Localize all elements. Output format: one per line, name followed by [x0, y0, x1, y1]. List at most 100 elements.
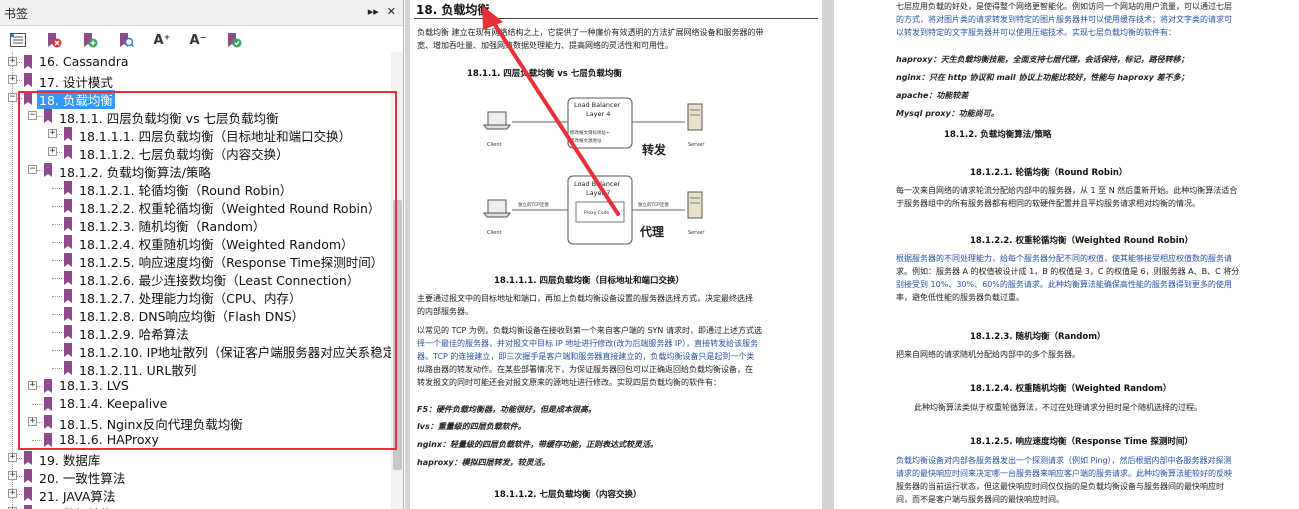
- section-heading-weighted-rr: 18.1.2.2. 权重轮循均衡（Weighted Round Robin）: [970, 236, 1194, 246]
- bookmark-icon: [64, 307, 72, 321]
- bookmark-item[interactable]: 18.1.2.2. 权重轮循均衡（Weighted Round Robin）: [0, 197, 392, 216]
- bookmark-item[interactable]: 18.1.2.10. IP地址散列（保证客户端服务器对应关系稳定）: [0, 341, 403, 360]
- paragraph-line: 主要通过报文中的目标地址和端口，再加上负载均衡设备设置的服务器选择方式，决定最终…: [417, 294, 753, 303]
- add-child-bookmark-icon[interactable]: [224, 31, 244, 49]
- bookmark-icon: [24, 469, 32, 483]
- bookmark-item[interactable]: +21. JAVA算法: [0, 485, 392, 504]
- collapse-toggle[interactable]: −: [28, 111, 37, 120]
- bookmark-item[interactable]: 18.1.2.7. 处理能力均衡（CPU、内存）: [0, 287, 392, 306]
- l7-diagram: Client 独立的TCP连接 Load Balancer Layer 7 Pr…: [483, 175, 705, 245]
- bookmark-item[interactable]: +18.1.1.1. 四层负载均衡（目标地址和端口交换）: [0, 125, 392, 144]
- bookmark-item[interactable]: 18.1.4. Keepalive: [0, 395, 392, 413]
- tree-guide-line: [32, 440, 42, 441]
- bookmark-item[interactable]: +18.1.1.2. 七层负载均衡（内容交换）: [0, 143, 392, 162]
- forward-label: 转发: [642, 142, 667, 157]
- bookmark-item[interactable]: −18.1.2. 负载均衡算法/策略: [0, 161, 392, 180]
- collapse-toggle[interactable]: −: [8, 93, 17, 102]
- bookmark-item[interactable]: −18.1.1. 四层负载均衡 vs 七层负载均衡: [0, 107, 392, 126]
- panel-header-buttons: ▸▸ ✕: [368, 6, 396, 18]
- paragraph-line: 率，避免低性能的服务器负载过重。: [896, 293, 1024, 302]
- intro-paragraph: 负载均衡 建立在现有网络结构之上，它提供了一种廉价有效透明的方法扩展网络设备和服…: [417, 26, 764, 52]
- bookmark-item[interactable]: +18.1.3. LVS: [0, 377, 392, 395]
- expand-toggle[interactable]: +: [8, 57, 17, 66]
- expand-toggle[interactable]: +: [8, 489, 17, 498]
- tree-guide-line: [52, 296, 62, 297]
- bookmark-item[interactable]: 18.1.2.6. 最少连接数均衡（Least Connection）: [0, 269, 392, 288]
- expand-text-icon[interactable]: A⁺: [152, 31, 172, 49]
- round-robin-paragraph: 每一次来自网络的请求轮流分配给内部中的服务器，从 1 至 N 然后重新开始。此种…: [896, 184, 1237, 210]
- bookmark-icon: [64, 325, 72, 339]
- bookmark-icon: [64, 271, 72, 285]
- paragraph-line: 转发报文的同时可能还会对报文原来的源地址进行修改。实现四层负载均衡的软件有：: [417, 378, 721, 387]
- server-label: Server: [688, 230, 705, 236]
- new-bookmark-icon[interactable]: [80, 31, 100, 49]
- shrink-text-icon[interactable]: A⁻: [188, 31, 208, 49]
- bookmark-item[interactable]: 18.1.2.3. 随机均衡（Random）: [0, 215, 392, 234]
- bookmark-item[interactable]: +17. 设计模式: [0, 71, 392, 90]
- paragraph-line: 别接受到 10%、30%、60%的服务请求。此种均衡算法能确保高性能的服务器得到…: [896, 280, 1232, 289]
- section-heading-18-1-1-2: 18.1.1.2. 七层负载均衡（内容交换）: [494, 490, 642, 500]
- bookmark-item[interactable]: +18.1.5. Nginx反向代理负载均衡: [0, 413, 392, 432]
- bookmark-item[interactable]: −18. 负载均衡: [0, 89, 392, 109]
- bookmark-item[interactable]: +16. Cassandra: [0, 53, 392, 71]
- expand-toggle[interactable]: +: [48, 147, 57, 156]
- expand-toggle[interactable]: +: [28, 381, 37, 390]
- modify-dest-label: 修改报文目标地址+: [570, 129, 610, 136]
- bookmark-item[interactable]: 18.1.6. HAProxy: [0, 431, 392, 449]
- tree-guide-line: [52, 278, 62, 279]
- expand-text-label: A⁺: [153, 32, 171, 48]
- proxy-code-label: Proxy Code: [584, 210, 610, 216]
- expand-toggle[interactable]: +: [28, 417, 37, 426]
- paragraph-line: 七层应用负载的好处，是使得整个网络更智能化。例如访问一个网站的用户流量，可以通过…: [896, 2, 1232, 11]
- close-panel-button[interactable]: ✕: [387, 6, 396, 18]
- paragraph-line: 似路由器的转发动作。在某些部署情况下，为保证服务器回包可以正确返回给负载均衡设备…: [417, 365, 753, 374]
- bookmark-scroll-thumb[interactable]: [393, 200, 402, 470]
- paragraph-line: 负载均衡设备对内部各服务器发出一个探测请求（例如 Ping），然后根据内部中各服…: [896, 456, 1232, 465]
- paragraph-line: 于服务器组中的所有服务器都有相同的软硬件配置并且平均服务请求相对均衡的情况。: [896, 199, 1200, 208]
- bookmark-icon: [64, 235, 72, 249]
- bookmark-icon: [44, 415, 52, 429]
- l4-paragraph-1: 主要通过报文中的目标地址和端口，再加上负载均衡设备设置的服务器选择方式，决定最终…: [417, 292, 753, 318]
- bookmark-item[interactable]: 18.1.2.8. DNS响应均衡（Flash DNS）: [0, 305, 392, 324]
- bookmark-scrollbar[interactable]: [391, 52, 403, 509]
- bookmark-item[interactable]: +19. 数据库: [0, 449, 392, 468]
- intro-line: 负载均衡 建立在现有网络结构之上，它提供了一种廉价有效透明的方法扩展网络设备和服…: [417, 28, 764, 37]
- bookmark-item[interactable]: 18.1.2.4. 权重随机均衡（Weighted Random）: [0, 233, 392, 252]
- tree-guide-line: [52, 206, 62, 207]
- bookmark-label: 22. 数据结构: [37, 504, 115, 509]
- options-icon[interactable]: [8, 31, 28, 49]
- bookmark-item[interactable]: +20. 一致性算法: [0, 467, 392, 486]
- expand-toggle[interactable]: +: [8, 453, 17, 462]
- load-balancer-diagram: Client Load Balancer Layer 4 修改报文目标地址+ 修…: [450, 90, 730, 254]
- software-item: nginx：轻量级的四层负载软件，带缓存功能，正则表达式较灵活。: [417, 440, 659, 449]
- bookmark-item[interactable]: 18.1.2.1. 轮循均衡（Round Robin）: [0, 179, 392, 198]
- bookmark-icon: [44, 433, 52, 447]
- software-item: Mysql proxy：功能尚可。: [896, 109, 999, 118]
- software-item: F5：硬件负载均衡器，功能很好，但是成本很高。: [417, 405, 597, 414]
- bookmark-item[interactable]: 18.1.2.5. 响应速度均衡（Response Time探测时间）: [0, 251, 392, 270]
- document-view[interactable]: 18. 负载均衡 负载均衡 建立在现有网络结构之上，它提供了一种廉价有效透明的方…: [405, 0, 1299, 509]
- expand-toggle[interactable]: +: [48, 129, 57, 138]
- section-heading-18-1-2: 18.1.2. 负载均衡算法/策略: [944, 130, 1052, 140]
- section-heading-random: 18.1.2.3. 随机均衡（Random）: [970, 332, 1106, 342]
- bookmark-item[interactable]: 18.1.2.9. 哈希算法: [0, 323, 392, 342]
- bookmark-item[interactable]: 18.1.2.11. URL散列: [0, 359, 392, 378]
- document-page-left: 18. 负载均衡 负载均衡 建立在现有网络结构之上，它提供了一种廉价有效透明的方…: [410, 0, 822, 509]
- collapse-toggle[interactable]: −: [28, 165, 37, 174]
- lb-layer7-title: Load Balancer: [574, 180, 621, 188]
- section-heading-round-robin: 18.1.2.1. 轮循均衡（Round Robin）: [970, 168, 1128, 178]
- expand-toggle[interactable]: +: [8, 75, 17, 84]
- tree-guide-line: [32, 404, 42, 405]
- tree-guide-line: [52, 332, 62, 333]
- bookmark-item[interactable]: +22. 数据结构: [0, 503, 392, 509]
- bookmark-label: 18.1.4. Keepalive: [59, 396, 168, 411]
- delete-bookmark-icon[interactable]: [44, 31, 64, 49]
- collapse-panel-button[interactable]: ▸▸: [368, 6, 379, 18]
- random-paragraph: 把来自网络的请求随机分配给内部中的多个服务器。: [896, 350, 1080, 359]
- find-bookmark-icon[interactable]: [116, 31, 136, 49]
- expand-toggle[interactable]: +: [8, 471, 17, 480]
- chapter-heading: 18. 负载均衡: [416, 3, 490, 17]
- bookmark-icon: [24, 487, 32, 501]
- bookmark-icon: [64, 217, 72, 231]
- software-item: apache：功能较差: [896, 91, 969, 100]
